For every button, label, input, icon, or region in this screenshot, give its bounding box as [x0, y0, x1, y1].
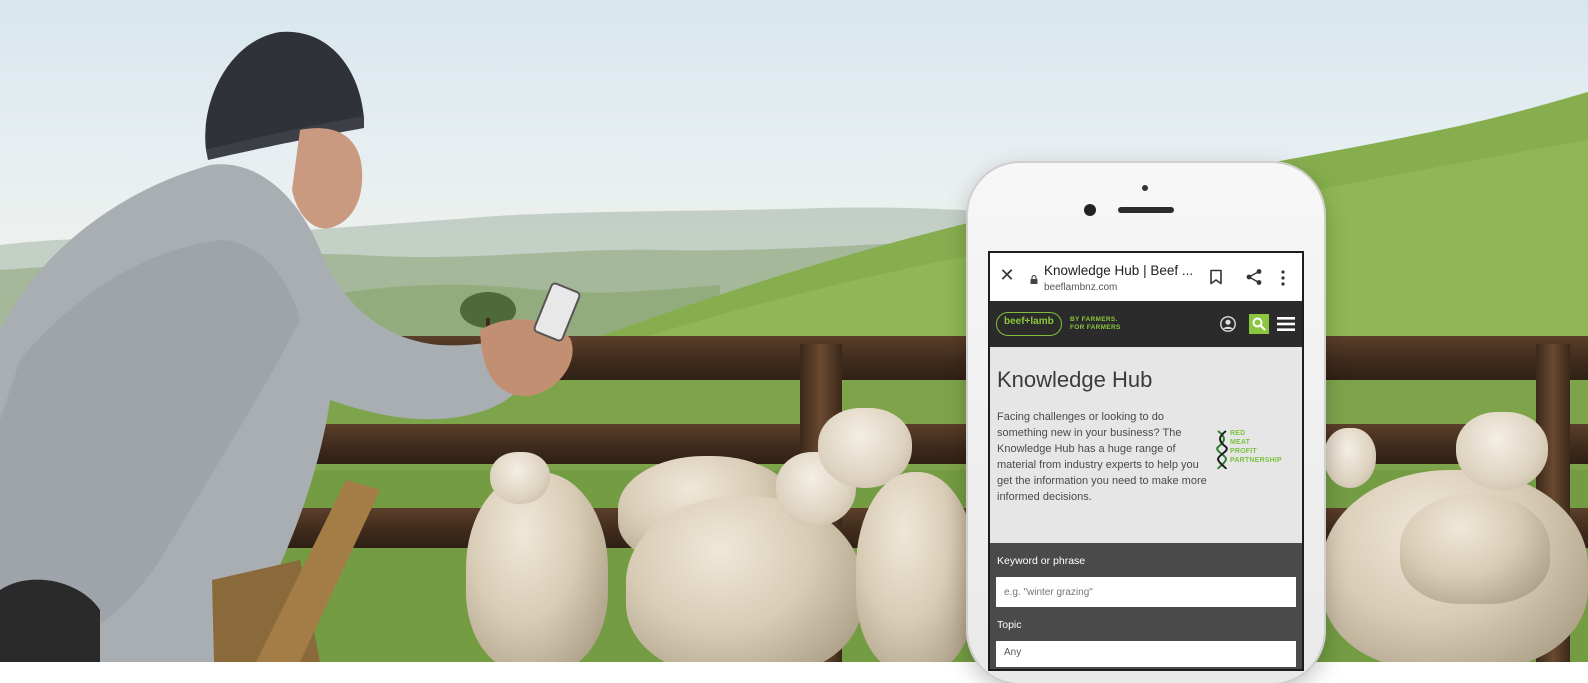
close-icon[interactable]: ✕ — [998, 266, 1016, 284]
topic-select[interactable]: Any — [996, 641, 1296, 667]
user-icon[interactable] — [1220, 316, 1236, 332]
menu-icon[interactable] — [1277, 316, 1295, 332]
sheep-head — [1456, 412, 1548, 490]
partner-logo-line-4: PARTNERSHIP — [1230, 457, 1282, 464]
topic-label: Topic — [997, 619, 1022, 631]
page-title: Knowledge Hub — [997, 367, 1153, 392]
sheep — [1400, 494, 1550, 604]
background-photo — [0, 0, 1588, 662]
partner-logo-text: RED MEAT PROFIT PARTNERSHIP — [1230, 429, 1282, 465]
hero-section: Knowledge Hub Facing challenges or looki… — [990, 347, 1302, 543]
partner-logo-line-3: PROFIT — [1230, 448, 1257, 455]
share-icon[interactable] — [1245, 268, 1263, 286]
browser-url[interactable]: beeflambnz.com — [1044, 282, 1117, 293]
keyword-label: Keyword or phrase — [997, 555, 1086, 567]
site-tagline: BY FARMERS. FOR FARMERS — [1070, 316, 1121, 332]
browser-toolbar: ✕ Knowledge Hub | Beef ... beeflambnz.co… — [990, 253, 1302, 302]
site-header: beef+lamb BY FARMERS. FOR FARMERS — [990, 301, 1302, 347]
tagline-line-2: FOR FARMERS — [1070, 324, 1121, 331]
phone-mockup: ✕ Knowledge Hub | Beef ... beeflambnz.co… — [968, 163, 1324, 683]
keyword-input[interactable] — [996, 577, 1296, 607]
lock-icon — [1030, 275, 1038, 284]
phone-speaker — [1118, 207, 1174, 213]
phone-camera — [1084, 204, 1096, 216]
bookmark-icon[interactable] — [1209, 269, 1223, 285]
sheep — [856, 472, 976, 662]
site-logo[interactable]: beef+lamb — [996, 312, 1062, 336]
phone-sensor — [1142, 185, 1148, 191]
sheep-head — [1324, 428, 1376, 488]
farmer — [0, 31, 581, 662]
search-button[interactable] — [1249, 314, 1269, 334]
tagline-line-1: BY FARMERS. — [1070, 316, 1118, 323]
browser-tab-title: Knowledge Hub | Beef ... — [1044, 263, 1194, 278]
search-icon — [1252, 317, 1266, 331]
more-vert-icon[interactable] — [1280, 269, 1286, 287]
intro-text: Facing challenges or looking to do somet… — [997, 411, 1207, 503]
partner-logo: RED MEAT PROFIT PARTNERSHIP — [1216, 429, 1300, 471]
phone-screen: ✕ Knowledge Hub | Beef ... beeflambnz.co… — [988, 251, 1304, 671]
partner-logo-line-2: MEAT — [1230, 439, 1251, 446]
helix-icon — [1216, 430, 1228, 470]
partner-logo-line-1: RED — [1230, 430, 1246, 437]
search-panel: Keyword or phrase Topic Any — [990, 543, 1302, 669]
logo-text: beef+lamb — [1004, 316, 1054, 327]
topic-select-value: Any — [1004, 647, 1022, 658]
